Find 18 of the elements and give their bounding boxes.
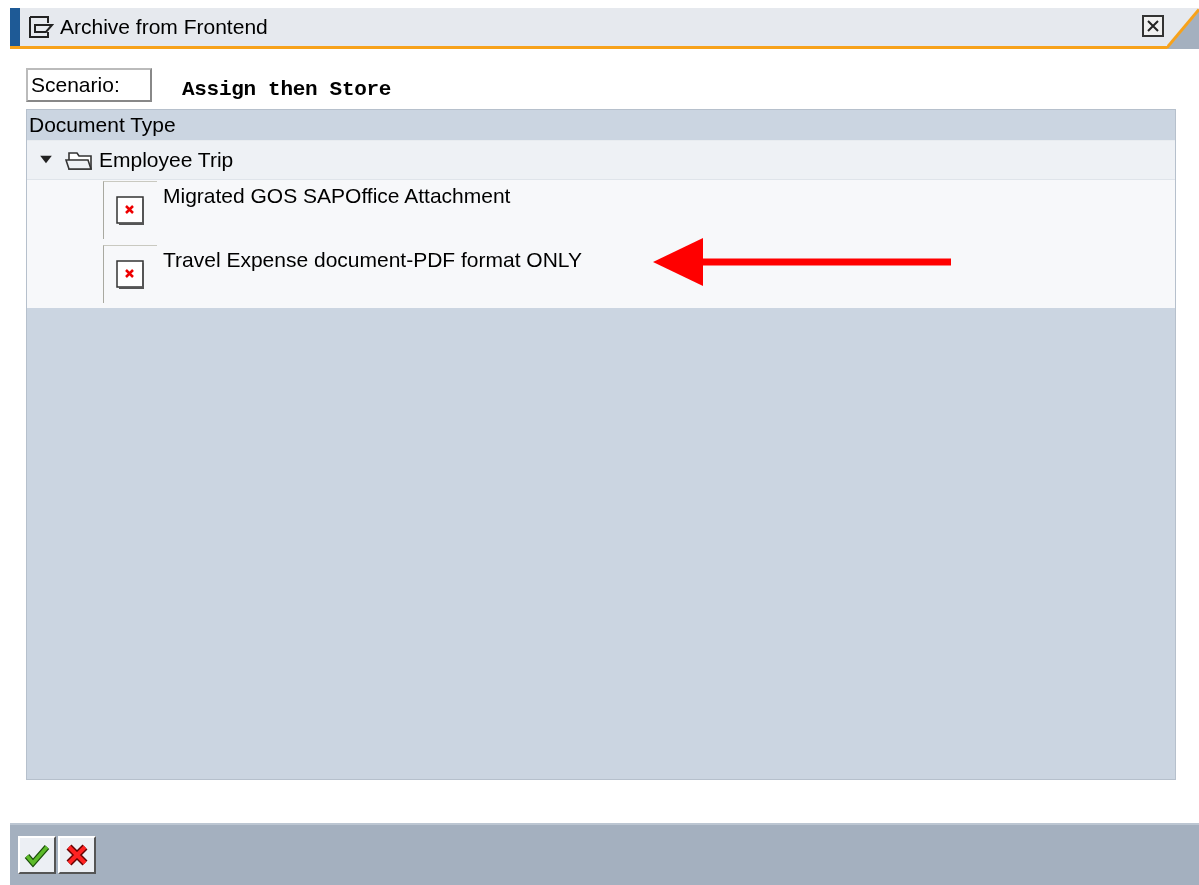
folder-icon: [65, 149, 93, 171]
close-button[interactable]: [1142, 15, 1164, 37]
scenario-label: Scenario:: [26, 68, 152, 102]
cross-icon: [64, 842, 90, 868]
cancel-button[interactable]: [58, 836, 96, 874]
broken-image-icon: [115, 195, 146, 226]
tree-node-label[interactable]: Employee Trip: [99, 148, 234, 172]
window-title: Archive from Frontend: [60, 15, 268, 39]
broken-image-icon: [115, 259, 146, 290]
title-accent-bar: [10, 8, 20, 46]
scenario-value: Assign then Store: [182, 77, 392, 101]
tree-item-label[interactable]: Travel Expense document-PDF format ONLY: [163, 248, 582, 272]
confirm-button[interactable]: [18, 836, 56, 874]
tree-item-label[interactable]: Migrated GOS SAPOffice Attachment: [163, 184, 511, 208]
checkmark-icon: [24, 842, 50, 868]
close-icon: [1147, 20, 1159, 32]
window-icon: [28, 15, 54, 39]
collapse-toggle-icon[interactable]: [39, 155, 53, 165]
